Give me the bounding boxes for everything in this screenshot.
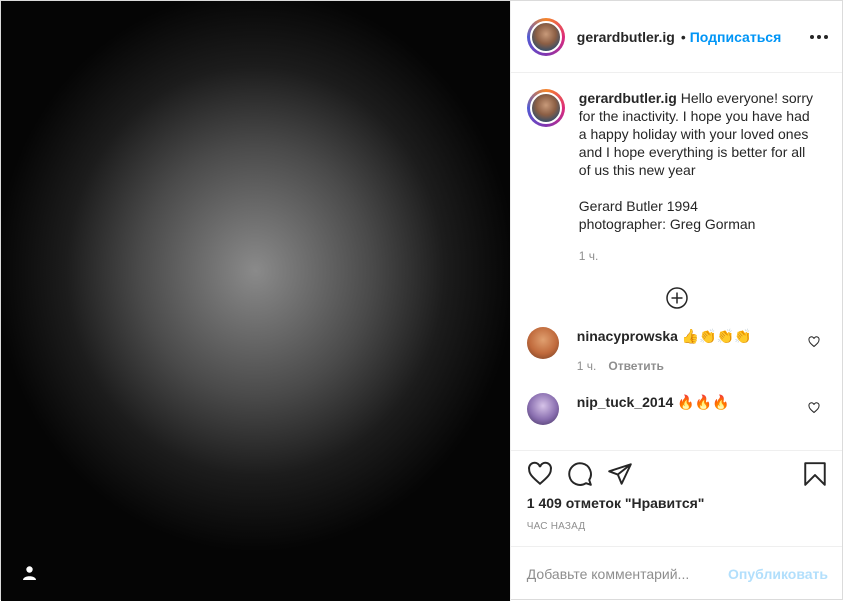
caption-time[interactable]: 1 ч. <box>579 247 819 265</box>
commenter-avatar[interactable] <box>526 327 559 359</box>
post-caption: gerardbutler.ig Hello everyone! sorry fo… <box>526 89 828 265</box>
comment-item: ninacyprowska 👍👏👏👏 1 ч. Ответить <box>526 327 828 375</box>
author-username[interactable]: gerardbutler.ig <box>577 29 675 45</box>
comment-input[interactable]: Добавьте комментарий... <box>527 566 728 582</box>
comment-like-heart-icon[interactable] <box>808 336 820 348</box>
share-icon[interactable] <box>607 461 633 487</box>
commenter-username[interactable]: nip_tuck_2014 <box>577 394 674 410</box>
likes-count[interactable]: 1 409 отметок "Нравится" <box>527 495 828 511</box>
separator-dot: • <box>680 28 686 45</box>
comments-list[interactable]: gerardbutler.ig Hello everyone! sorry fo… <box>511 73 842 450</box>
post-photo[interactable] <box>1 1 510 601</box>
publish-button[interactable]: Опубликовать <box>728 566 828 582</box>
comment-like-heart-icon[interactable] <box>808 402 820 414</box>
heart-icon[interactable] <box>527 461 553 487</box>
post-timestamp[interactable]: час назад <box>527 521 828 532</box>
commenter-avatar[interactable] <box>526 393 559 425</box>
post-window: gerardbutler.ig • Подписаться gerardbutl… <box>0 0 843 601</box>
more-options-icon[interactable] <box>810 34 828 39</box>
caption-username[interactable]: gerardbutler.ig <box>579 90 677 106</box>
post-sidebar: gerardbutler.ig • Подписаться gerardbutl… <box>509 1 842 601</box>
follow-button[interactable]: Подписаться <box>690 29 782 45</box>
commenter-username[interactable]: ninacyprowska <box>577 328 678 344</box>
add-comment-bar: Добавьте комментарий... Опубликовать <box>510 546 842 601</box>
post-header: gerardbutler.ig • Подписаться <box>510 1 842 73</box>
comment-text: 🔥🔥🔥 <box>677 394 730 410</box>
comment-time[interactable]: 1 ч. <box>577 359 597 373</box>
reply-button[interactable]: Ответить <box>608 359 663 373</box>
load-more-comments[interactable] <box>527 287 828 309</box>
load-more-plus-icon[interactable] <box>666 287 689 309</box>
bookmark-icon[interactable] <box>802 461 828 487</box>
caption-text: Hello everyone! sorry for the inactivity… <box>578 90 813 232</box>
comment-text: 👍👏👏👏 <box>681 328 752 344</box>
comment-icon[interactable] <box>567 461 593 487</box>
post-actions: 1 409 отметок "Нравится" час назад <box>510 450 842 546</box>
caption-avatar[interactable] <box>526 89 565 127</box>
author-avatar[interactable] <box>526 17 565 56</box>
comment-item: nip_tuck_2014 🔥🔥🔥 <box>526 393 828 425</box>
user-tag-icon[interactable] <box>21 564 38 581</box>
